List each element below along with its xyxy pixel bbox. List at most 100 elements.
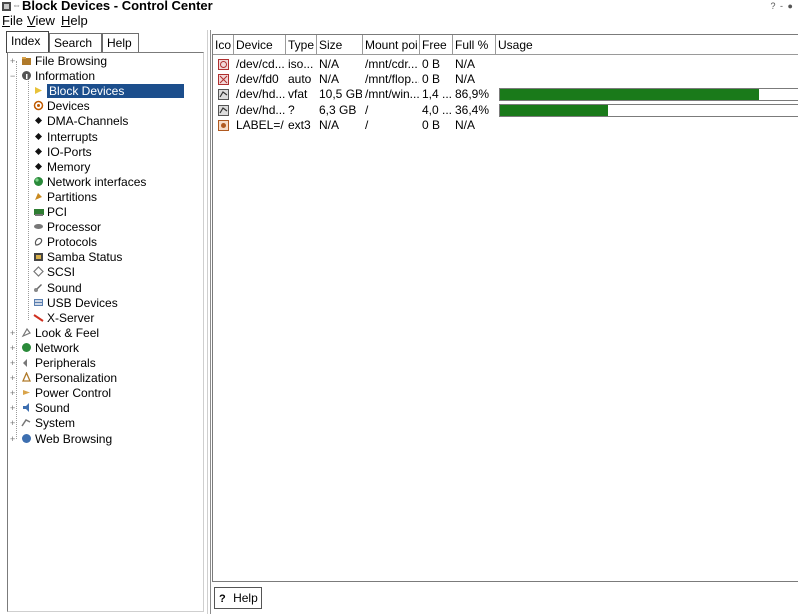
tree-item-label: X-Server: [47, 310, 95, 325]
power-icon: [23, 390, 30, 396]
samba-icon: [34, 253, 43, 262]
web-icon: [22, 433, 31, 443]
menu-help[interactable]: Help: [61, 13, 88, 28]
column-header-type[interactable]: Type: [286, 35, 317, 55]
usage-bar: [499, 88, 798, 102]
tree-item-interrupts[interactable]: Interrupts: [33, 130, 98, 145]
column-header-ico[interactable]: Ico: [213, 35, 234, 55]
pci-card-icon: [34, 209, 44, 216]
help-button[interactable]: ? Help: [214, 587, 262, 609]
tree-item-usb-devices[interactable]: USB Devices: [33, 296, 118, 311]
tree-item-peripherals[interactable]: + Peripherals: [10, 356, 96, 371]
tree-item-label: DMA-Channels: [47, 114, 129, 129]
tree-item-label: Information: [35, 69, 96, 84]
folder-icon: [22, 57, 31, 65]
pane-splitter[interactable]: [207, 30, 211, 614]
table-row[interactable]: /dev/fd0 auto N/A/mnt/flop... 0 B N/A: [213, 72, 798, 87]
expand-icon[interactable]: +: [10, 57, 19, 66]
cell-full: 86,9%: [455, 87, 490, 102]
cell-full: 36,4%: [455, 102, 490, 117]
tree-item-label: Network: [35, 340, 80, 355]
tab-search[interactable]: Search: [49, 33, 102, 52]
usb-icon: [34, 298, 43, 306]
expand-icon[interactable]: +: [10, 434, 19, 444]
cell-mount: /: [365, 102, 369, 117]
harddisk-icon: [218, 89, 229, 101]
tree-item-network[interactable]: + Network: [10, 340, 80, 356]
question-icon: ?: [219, 593, 226, 605]
tree-item-scsi[interactable]: SCSI: [33, 265, 75, 280]
tree-item-look-feel[interactable]: + Look & Feel: [10, 326, 99, 341]
tree-item-label: Memory: [47, 159, 91, 174]
column-header-size[interactable]: Size: [317, 35, 363, 55]
expand-icon[interactable]: +: [10, 359, 19, 368]
navigation-pane: Index Search Help + File Browsing − Informa…: [4, 30, 205, 612]
column-header-mount-poi[interactable]: Mount poi: [363, 35, 420, 55]
menu-file[interactable]: File: [2, 13, 23, 28]
expand-icon[interactable]: +: [10, 374, 19, 383]
window-title: Block Devices - Control Center: [22, 0, 213, 13]
tree-item-power-control[interactable]: + Power Control: [10, 386, 112, 401]
sound-icon: [34, 283, 42, 292]
window-controls[interactable]: ? - ●: [771, 1, 794, 11]
window-titlebar[interactable]: ⇔ Block Devices - Control Center ? - ●: [0, 0, 798, 14]
tree-item-pci[interactable]: PCI: [33, 205, 67, 220]
column-header-usage[interactable]: Usage: [496, 35, 798, 55]
tree-item-block-devices[interactable]: Block Devices: [33, 84, 185, 99]
cell-size: N/A: [319, 57, 340, 71]
expand-icon[interactable]: +: [10, 404, 19, 413]
tree-item-memory[interactable]: Memory: [33, 160, 90, 175]
menu-view[interactable]: View: [27, 13, 55, 28]
scsi-icon: [33, 266, 44, 278]
column-header-full[interactable]: Full %: [453, 35, 496, 55]
module-tree[interactable]: + File Browsing − Information Block Devices D…: [7, 52, 204, 612]
tree-item-partitions[interactable]: Partitions: [33, 190, 97, 205]
tree-item-label: Block Devices: [47, 84, 185, 99]
tree-item-io-ports[interactable]: IO-Ports: [33, 145, 92, 160]
tree-item-processor[interactable]: Processor: [33, 220, 101, 235]
expand-icon[interactable]: +: [10, 419, 19, 428]
tree-item-protocols[interactable]: Protocols: [33, 235, 97, 250]
tree-item-label: Samba Status: [47, 250, 123, 265]
tree-item-file-browsing[interactable]: + File Browsing: [10, 54, 107, 69]
peripherals-icon: [23, 359, 27, 367]
cell-type: ext3: [288, 117, 311, 132]
table-row[interactable]: /dev/cd... iso... N/A/mnt/cdr... 0 B N/A: [213, 57, 798, 72]
tree-item-x-server[interactable]: X-Server: [33, 311, 94, 326]
x-server-icon: [33, 313, 44, 322]
expand-icon[interactable]: +: [10, 328, 19, 338]
tree-item-sound[interactable]: Sound: [33, 281, 82, 296]
tab-help[interactable]: Help: [102, 33, 139, 52]
column-header-device[interactable]: Device: [234, 35, 286, 55]
floppy-icon: [218, 74, 229, 86]
expand-icon[interactable]: +: [10, 389, 19, 398]
tree-item-dma-channels[interactable]: DMA-Channels: [33, 114, 128, 129]
system-icon: [21, 419, 31, 427]
tree-item-devices[interactable]: Devices: [33, 99, 90, 114]
tree-item-information[interactable]: − Information: [10, 69, 96, 84]
look-feel-icon: [21, 327, 31, 338]
cell-full: N/A: [455, 57, 476, 71]
tree-item-label: Power Control: [35, 386, 112, 401]
cell-device: /dev/hd...: [236, 102, 285, 117]
tree-item-samba-status[interactable]: Samba Status: [33, 250, 122, 265]
tree-item-web-browsing[interactable]: + Web Browsing: [10, 432, 112, 447]
column-header-free[interactable]: Free: [420, 35, 453, 55]
tab-index[interactable]: Index: [6, 31, 49, 53]
tree-item-network-interfaces[interactable]: Network interfaces: [33, 175, 146, 190]
table-row[interactable]: /dev/hd... vfat 10,5 GB/mnt/win... 1,4 ... 8…: [213, 87, 798, 102]
tree-item-personalization[interactable]: + Personalization: [10, 371, 117, 386]
table-row[interactable]: /dev/hd...? 6,3 GB / 4,0 ... 36,4%: [213, 103, 798, 118]
tree-item-label: IO-Ports: [47, 144, 92, 159]
expand-icon[interactable]: +: [10, 343, 19, 353]
tree-item-sound[interactable]: + Sound: [10, 401, 70, 416]
tree-item-system[interactable]: + System: [10, 416, 75, 431]
processor-icon: [34, 224, 43, 230]
cell-full: N/A: [455, 117, 476, 132]
usage-bar-fill: [500, 104, 609, 116]
pin-icon[interactable]: ⇔: [12, 0, 21, 10]
table-row[interactable]: LABEL=/ ext3 N/A / 0 B N/A: [213, 118, 798, 133]
collapse-icon[interactable]: −: [10, 72, 19, 81]
cell-size: 6,3 GB: [319, 102, 357, 117]
cdrom-icon: [218, 59, 229, 70]
